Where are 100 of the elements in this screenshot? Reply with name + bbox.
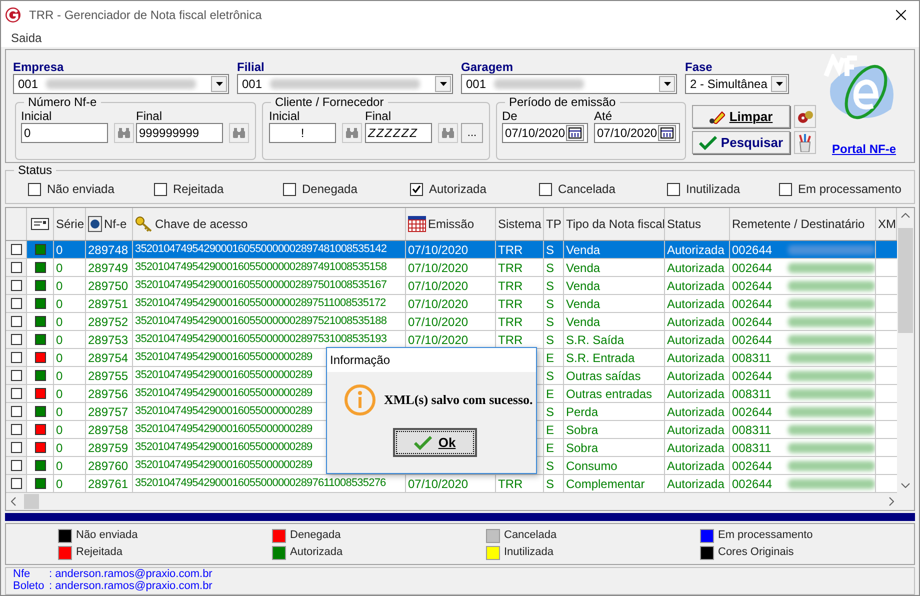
checkbox[interactable]: Denegada — [283, 180, 358, 198]
input-field[interactable]: 0 — [21, 123, 108, 143]
field-label: Filial — [237, 60, 266, 74]
checkbox[interactable]: Cancelada — [539, 180, 616, 198]
field-label: Inicial — [269, 109, 301, 123]
column-header[interactable]: Emissão — [428, 215, 474, 233]
tools-button[interactable] — [794, 131, 816, 154]
more-button[interactable]: ... — [461, 123, 483, 143]
input-field[interactable]: ! — [269, 123, 336, 143]
table-row[interactable]: 0 289752 35201047495429000160550000002897521008535188 07/10/2020 TRR S Venda Autorizada 002644 — [6, 313, 897, 331]
settings-button[interactable] — [794, 105, 816, 128]
search-button[interactable]: Pesquisar — [692, 131, 790, 154]
row-checkbox[interactable] — [10, 424, 22, 435]
table-cell: 0 — [54, 277, 86, 294]
table-row[interactable]: 0 289750 35201047495429000160550000002897501008535167 07/10/2020 TRR S Venda Autorizada 002644 — [6, 277, 897, 295]
check-icon — [412, 185, 421, 193]
row-checkbox[interactable] — [10, 352, 22, 363]
checkbox[interactable]: Rejeitada — [154, 180, 224, 198]
table-row[interactable]: 0 289761 35201047495429000160550000002897611008535276 07/10/2020 TRR S Complementar Autorizada 002644 — [6, 475, 897, 493]
table-cell: 0 — [54, 295, 86, 312]
checkbox[interactable]: Inutilizada — [667, 180, 740, 198]
dropdown-arrow-icon — [440, 82, 446, 86]
search-button[interactable] — [229, 123, 249, 143]
dropdown[interactable]: 001 — [13, 74, 229, 94]
input-field[interactable]: 07/10/2020 — [502, 123, 588, 143]
search-button[interactable] — [438, 123, 458, 143]
table-cell: 07/10/2020 — [406, 277, 496, 294]
table-cell-text: 002644 — [732, 458, 774, 474]
column-header[interactable]: Status — [665, 208, 730, 240]
row-checkbox[interactable] — [10, 298, 22, 309]
portal-link[interactable]: Portal NF-e — [832, 140, 896, 158]
dropdown[interactable]: 2 - Simultânea — [685, 74, 789, 94]
table-cell-text: 002644 — [732, 476, 774, 492]
table-cell: Autorizada — [665, 349, 730, 366]
table-cell: 289749 — [86, 259, 133, 276]
pencil-cup-icon — [798, 134, 812, 152]
column-header[interactable]: TP — [544, 208, 564, 240]
table-cell: Autorizada — [665, 313, 730, 330]
row-checkbox[interactable] — [10, 280, 22, 291]
checkbox[interactable]: Autorizada — [410, 180, 486, 198]
scrollbar[interactable] — [6, 493, 914, 510]
row-checkbox[interactable] — [10, 334, 22, 345]
scrollbar[interactable] — [897, 208, 914, 493]
table-cell: Venda — [564, 277, 665, 294]
table-cell: S — [544, 241, 564, 258]
table-cell: E — [544, 349, 564, 366]
field-label: Inicial — [21, 109, 53, 123]
table-cell: S.R. Entrada — [564, 349, 665, 366]
scroll-up-icon — [901, 213, 910, 218]
table-cell: 0 — [54, 439, 86, 456]
dropdown[interactable]: 001 — [237, 74, 453, 94]
table-cell: 07/10/2020 — [406, 259, 496, 276]
table-cell: TRR — [496, 277, 544, 294]
table-cell: 289759 — [86, 439, 133, 456]
table-row[interactable]: 0 289748 35201047495429000160550000002897481008535142 07/10/2020 TRR S Venda Autorizada 002644 — [6, 241, 897, 259]
legend-label: Denegada — [290, 528, 341, 544]
scroll-thumb[interactable] — [898, 228, 913, 333]
table-cell: S — [544, 367, 564, 384]
table-cell: 289748 — [86, 241, 133, 258]
column-header[interactable]: Tipo da Nota fiscal — [564, 208, 665, 240]
row-checkbox[interactable] — [10, 388, 22, 399]
calendar-icon — [566, 125, 584, 141]
search-button[interactable] — [342, 123, 362, 143]
table-row[interactable]: 0 289753 35201047495429000160550000002897531008535193 07/10/2020 TRR S S.R. Saída Autorizada 002644 — [6, 331, 897, 349]
input-field[interactable]: 999999999 — [136, 123, 223, 143]
column-header[interactable]: Remetente / Destinatário — [730, 208, 876, 240]
row-checkbox[interactable] — [10, 244, 22, 255]
search-button[interactable] — [114, 123, 134, 143]
row-checkbox[interactable] — [10, 406, 22, 417]
table-cell: Autorizada — [665, 457, 730, 474]
table-cell: 0 — [54, 403, 86, 420]
column-header[interactable]: Chave de acesso — [155, 215, 248, 233]
row-checkbox[interactable] — [10, 442, 22, 453]
checkbox[interactable]: Não enviada — [28, 180, 114, 198]
column-header[interactable]: Sistema — [496, 208, 544, 240]
table-row[interactable]: 0 289751 35201047495429000160550000002897511008535172 07/10/2020 TRR S Venda Autorizada 002644 — [6, 295, 897, 313]
menu-item[interactable]: Saida — [9, 29, 44, 47]
table-cell: 35201047495429000160550000002897611008535276 — [133, 475, 406, 492]
column-header[interactable]: Série — [54, 208, 86, 240]
scroll-thumb[interactable] — [24, 494, 39, 509]
checkbox[interactable]: Em processamento — [779, 180, 902, 198]
row-checkbox[interactable] — [10, 460, 22, 471]
input-field[interactable]: ZZZZZZ — [365, 123, 432, 143]
dropdown[interactable]: 001 — [461, 74, 677, 94]
table-row[interactable]: 0 289749 35201047495429000160550000002897491008535158 07/10/2020 TRR S Venda Autorizada 002644 — [6, 259, 897, 277]
input-field[interactable]: 07/10/2020 — [594, 123, 680, 143]
table-cell: 289754 — [86, 349, 133, 366]
ok-button[interactable]: Ok — [393, 428, 477, 457]
field-label: Fase — [685, 60, 714, 74]
row-checkbox[interactable] — [10, 316, 22, 327]
column-header[interactable]: Nf-e — [104, 215, 127, 233]
table-cell: 289752 — [86, 313, 133, 330]
table-cell: E — [544, 385, 564, 402]
clear-button[interactable]: Limpar — [692, 105, 790, 128]
row-checkbox[interactable] — [10, 478, 22, 489]
row-checkbox[interactable] — [10, 370, 22, 381]
table-cell: S.R. Saída — [564, 331, 665, 348]
table-cell-text: 008311 — [732, 440, 772, 456]
row-checkbox[interactable] — [10, 262, 22, 273]
dropdown-arrow-icon — [216, 82, 222, 86]
